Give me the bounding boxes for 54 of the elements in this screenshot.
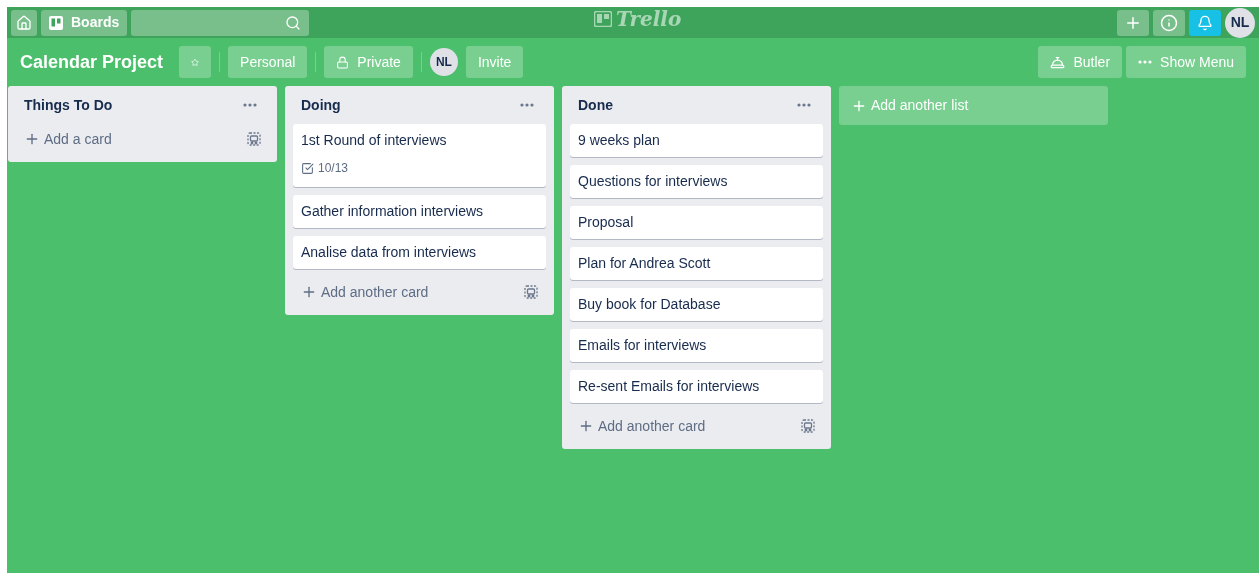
card[interactable]: 9 weeks plan [570,124,823,157]
card-title: 9 weeks plan [578,131,661,150]
list-title[interactable]: Done [578,94,613,116]
card[interactable]: Re-sent Emails for interviews [570,370,823,403]
notifications-button[interactable] [1189,9,1221,36]
card[interactable]: Proposal [570,206,823,239]
card-title: Plan for Andrea Scott [578,254,712,273]
card-title: Buy book for Database [578,295,722,314]
card-template-icon[interactable] [247,132,261,146]
card-title: Emails for interviews [578,336,708,355]
card-title: Analise data from interviews [301,243,478,262]
card[interactable]: Buy book for Database [570,288,823,321]
bell-icon [1050,54,1066,70]
plus-icon [24,131,40,147]
card-title: 1st Round of interviews [301,131,448,150]
more-icon [520,103,534,107]
more-icon [1138,60,1153,64]
card[interactable]: 1st Round of interviews 10/13 [293,124,546,187]
checklist-count: 10/13 [318,160,349,177]
card[interactable]: Questions for interviews [570,165,823,198]
card[interactable]: Plan for Andrea Scott [570,247,823,280]
trello-logo-icon [594,11,612,27]
card[interactable]: Emails for interviews [570,329,823,362]
bell-icon [1197,14,1213,31]
star-button[interactable] [179,46,212,78]
list-title[interactable]: Things To Do [24,94,113,116]
home-button[interactable] [11,9,37,36]
card[interactable]: Gather information interviews [293,195,546,228]
plus-icon [578,418,594,434]
boards-icon [49,15,63,30]
card-title: Proposal [578,213,635,232]
add-card-button[interactable]: Add another card [301,281,429,303]
more-icon [797,103,811,107]
search-field[interactable] [131,9,310,36]
user-avatar[interactable]: NL [1225,7,1255,38]
checklist-icon [301,161,314,175]
add-card-button[interactable]: Add another card [578,415,706,437]
card[interactable]: Analise data from interviews [293,236,546,269]
card-title: Questions for interviews [578,172,729,191]
home-icon [16,14,32,31]
add-button[interactable] [1117,9,1149,36]
info-icon [1160,13,1178,32]
more-icon [243,103,257,107]
card-template-icon[interactable] [524,285,538,299]
info-button[interactable] [1153,9,1185,36]
card-template-icon[interactable] [801,419,815,433]
lock-icon [336,55,350,69]
member-avatar[interactable]: NL [429,48,458,76]
card-title: Gather information interviews [301,202,485,221]
add-card-button[interactable]: Add a card [24,128,112,150]
list-title[interactable]: Doing [301,94,341,116]
search-icon [285,14,302,31]
plus-icon [301,284,317,300]
card-title: Re-sent Emails for interviews [578,377,761,396]
